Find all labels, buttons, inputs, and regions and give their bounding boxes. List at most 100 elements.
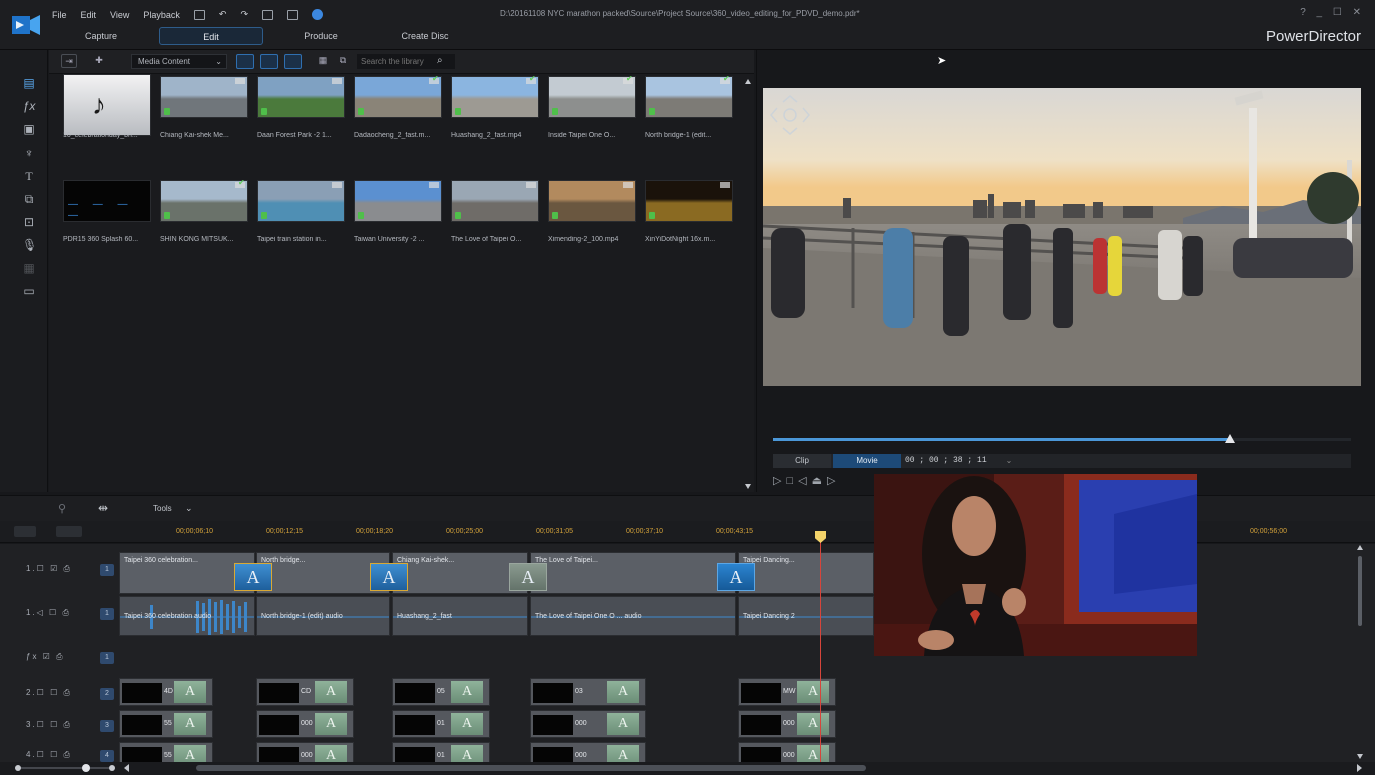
grid-view-icon[interactable]: ▦ [315,54,331,68]
media-room-icon[interactable]: ▤ [22,76,36,90]
media-item[interactable]: Chiang Kai-shek Me... [160,76,248,158]
scrubber-knob[interactable] [1224,434,1235,443]
timeline-horizontal-scrollbar[interactable] [0,762,1375,775]
title-clip[interactable]: 01 A [392,710,490,738]
media-item[interactable]: The Love of Taipei O... [451,180,539,262]
menu-playback[interactable]: Playback [143,10,180,20]
menu-view[interactable]: View [110,10,129,20]
window-icon[interactable] [287,9,299,20]
video-filter-button[interactable] [236,54,254,69]
media-item[interactable]: Daan Forest Park -2 1... [257,76,345,158]
pip-room-icon[interactable]: ▣ [22,122,36,136]
timeline-video-clip[interactable]: Chiang Kai-shek... [392,552,528,594]
transition-tile[interactable]: A [370,563,408,591]
image-filter-button[interactable] [260,54,278,69]
import-media-icon[interactable]: ⇥ [61,54,77,68]
title-clip-thumbnail [122,683,162,703]
media-item[interactable]: Ximending-2_100.mp4 [548,180,636,262]
update-icon[interactable] [312,9,324,20]
window-controls[interactable]: ? _ ☐ ✕ [1300,7,1365,18]
media-item[interactable]: Taiwan University -2 ... [354,180,442,262]
tab-edit[interactable]: Edit [159,27,263,45]
search-icon[interactable]: ⌕ [437,55,443,66]
clip-name: Taipei 360 celebration audio [124,613,212,620]
title-clip[interactable]: MW A [738,678,836,706]
media-item[interactable]: ✔ Huashang_2_fast.mp4 [451,75,539,158]
media-item[interactable]: ✔ North bridge-1 (edit... [645,75,733,158]
particle-room-icon[interactable]: ♆ [22,146,36,160]
sort-icon[interactable]: ⧉ [335,54,351,68]
title-clip[interactable]: 05 A [392,678,490,706]
timeline-audio-clip[interactable]: Taipei Dancing 2 [738,596,874,636]
snapshot-icon[interactable]: ⏏ [812,475,827,487]
undo-icon[interactable]: ↶ [219,9,227,20]
save-icon[interactable] [193,9,205,20]
video-preview[interactable] [763,88,1361,386]
zoom-slider[interactable] [0,762,1375,775]
preview-scrubber[interactable] [773,434,1351,443]
split-icon[interactable]: ⇹ [98,501,108,515]
title-clip[interactable]: 4D A [119,678,213,706]
redo-icon[interactable]: ↷ [240,9,248,20]
layout-icon[interactable] [262,9,274,20]
movie-mode-button[interactable]: Movie [833,454,901,468]
chapter-room-icon[interactable]: ▦ [22,261,36,275]
timeline-audio-clip[interactable]: The Love of Taipei One O ... audio [530,596,736,636]
timeline-audio-clip[interactable]: North bridge-1 (edit) audio [256,596,390,636]
menu-file[interactable]: File [52,10,67,20]
timeline-video-clip[interactable]: Taipei Dancing... [738,552,874,594]
media-item[interactable]: XinYiDotNight 16x.m... [645,180,733,262]
media-item[interactable]: ♪ 10_celebrationday_bri... [63,74,151,158]
media-item[interactable]: ✔ Inside Taipei One O... [548,75,636,158]
title-clip[interactable]: 000 A [256,710,354,738]
360-badge [235,78,245,84]
timeline-playhead[interactable] [820,531,821,763]
media-item[interactable]: ✔ Dadaocheng_2_fast.m... [354,75,442,158]
in-use-tag-icon [358,108,364,115]
clip-mode-button[interactable]: Clip [773,454,831,468]
fx-room-icon[interactable]: ƒx [22,99,36,113]
transition-tile[interactable]: A [234,563,272,591]
voice-over-icon[interactable]: 🎙 [22,238,37,252]
transition-tile[interactable]: A [509,563,547,591]
media-item[interactable]: — — — — PDR15 360 Splash 60... [63,180,151,262]
track-label: 3.☐ ☐ ⎙ [26,720,72,729]
timeline-vertical-scrollbar[interactable] [1356,544,1364,760]
audio-mixing-icon[interactable]: ⊡ [22,215,36,229]
quality-select[interactable]: ⌄ [979,454,1039,468]
title-clip[interactable]: 03 A [530,678,646,706]
library-content-select[interactable]: Media Content ⌄ [131,54,227,69]
play-icon[interactable]: ▷ [773,475,786,487]
media-item[interactable]: ✔ SHIN KONG MITSUK... [160,179,248,262]
video-thumbnail [257,76,345,118]
title-letter-tile: A [315,681,347,703]
stop-icon[interactable]: □ [786,475,798,487]
timeline-audio-clip[interactable]: Taipei 360 celebration audio [119,596,255,636]
next-frame-icon[interactable]: ▷ [827,475,840,487]
track-manager-icon[interactable] [14,526,36,537]
timeline-audio-clip[interactable]: Huashang_2_fast [392,596,528,636]
transition-tile[interactable]: A [717,563,755,591]
title-clip[interactable]: 000 A [530,710,646,738]
title-room-icon[interactable]: T [22,169,36,183]
title-clip[interactable]: 000 A [738,710,836,738]
tab-produce[interactable]: Produce [275,27,367,45]
library-scrollbar[interactable] [744,78,752,490]
fit-timeline-icon[interactable] [56,526,82,537]
media-item[interactable]: Taipei train station in... [257,180,345,262]
tab-capture[interactable]: Capture [55,27,147,45]
title-clip[interactable]: 55 A [119,710,213,738]
audio-filter-button[interactable] [284,54,302,69]
tools-menu[interactable]: Tools [153,504,172,513]
title-clip-text: 01 [437,752,445,759]
timeline-video-clip[interactable]: The Love of Taipei... [530,552,736,594]
menu-edit[interactable]: Edit [81,10,97,20]
tab-create-disc[interactable]: Create Disc [379,27,471,45]
title-clip[interactable]: CD A [256,678,354,706]
link-icon[interactable]: ⚲ [58,502,66,515]
subtitle-room-icon[interactable]: ▭ [22,284,36,298]
plugin-icon[interactable]: ✚ [91,54,107,68]
previous-frame-icon[interactable]: ◁ [798,475,811,487]
transition-room-icon[interactable]: ⧉ [22,192,36,206]
timecode-display[interactable]: 00 ; 00 ; 38 ; 11 [905,454,987,468]
